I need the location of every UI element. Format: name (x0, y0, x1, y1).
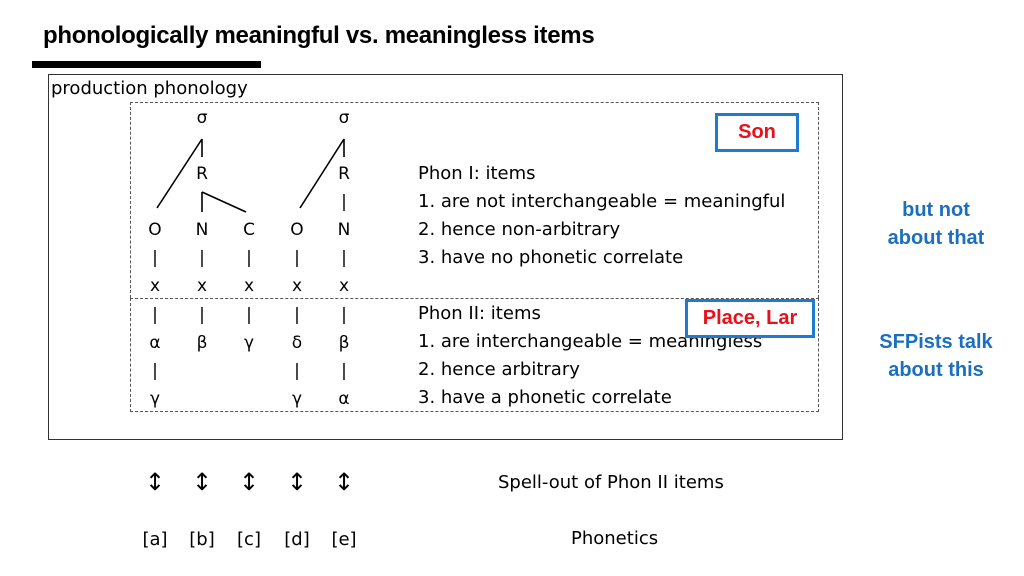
sigma-node-2: σ (338, 108, 350, 128)
phon2-element: β (196, 333, 208, 353)
side-note-bottom-line: SFPists talk (879, 331, 993, 353)
phonetic-segment: [a] (142, 529, 168, 550)
association-line: | (294, 305, 300, 325)
timing-slot: x (338, 276, 350, 296)
association-line: | (152, 361, 158, 381)
up-down-arrow-icon: ↕ (144, 468, 166, 496)
timing-slot: x (196, 276, 208, 296)
constituent-node: N (337, 220, 351, 240)
association-line: | (341, 248, 347, 268)
up-down-arrow-icon: ↕ (238, 468, 260, 496)
rhyme-node-2: R (338, 164, 350, 184)
phonetic-segment: [e] (331, 529, 357, 550)
constituent-node: O (290, 220, 304, 240)
side-note-top-line: but not (902, 199, 970, 221)
up-down-arrow-icon: ↕ (191, 468, 213, 496)
place-lar-tag: Place, Lar (685, 299, 815, 338)
association-line: | (246, 248, 252, 268)
spellout-label: Spell-out of Phon II items (498, 472, 724, 493)
branch-rhyme1-coda (201, 191, 247, 213)
association-line: | (152, 248, 158, 268)
side-note-top-line: about that (887, 227, 985, 249)
phon2-element: β (338, 333, 350, 353)
phonetic-segment: [b] (189, 529, 215, 550)
association-line: | (199, 248, 205, 268)
phonetic-segment: [c] (237, 529, 261, 550)
phon1-item: 1. are not interchangeable = meaningful (418, 191, 786, 212)
phonetic-segment: [d] (284, 529, 310, 550)
constituent-node: N (195, 220, 209, 240)
side-note-bottom: SFPists talk about this (856, 328, 1016, 384)
rhyme2-nucleus-bar: | (341, 192, 347, 212)
up-down-arrow-icon: ↕ (333, 468, 355, 496)
phon2-dependent: γ (149, 389, 161, 409)
phon2-element: δ (291, 333, 303, 353)
association-line: | (199, 305, 205, 325)
constituent-node: O (148, 220, 162, 240)
timing-slot: x (291, 276, 303, 296)
timing-slot: x (243, 276, 255, 296)
sigma-node-1: σ (196, 108, 208, 128)
son-tag: Son (715, 113, 799, 152)
association-line: | (341, 361, 347, 381)
phon1-item: 3. have no phonetic correlate (418, 247, 684, 268)
phon2-element: γ (243, 333, 255, 353)
association-line: | (341, 305, 347, 325)
side-note-bottom-line: about this (888, 359, 984, 381)
phon2-dependent: α (338, 389, 350, 409)
association-line: | (246, 305, 252, 325)
up-down-arrow-icon: ↕ (286, 468, 308, 496)
association-line: | (294, 248, 300, 268)
constituent-node: C (243, 220, 255, 240)
phon2-element: α (149, 333, 161, 353)
phon2-item: 2. hence arbitrary (418, 359, 580, 380)
side-note-top: but not about that (866, 196, 1006, 252)
phon1-item: 2. hence non-arbitrary (418, 219, 621, 240)
phon1-heading: Phon I: items (418, 163, 536, 184)
association-line: | (294, 361, 300, 381)
phonetics-label: Phonetics (571, 528, 659, 549)
phon2-item: 3. have a phonetic correlate (418, 387, 672, 408)
timing-slot: x (149, 276, 161, 296)
phon2-dependent: γ (291, 389, 303, 409)
association-line: | (152, 305, 158, 325)
rhyme-node-1: R (196, 164, 208, 184)
phon1-list: Phon I: items 1. are not interchangeable… (418, 160, 785, 272)
